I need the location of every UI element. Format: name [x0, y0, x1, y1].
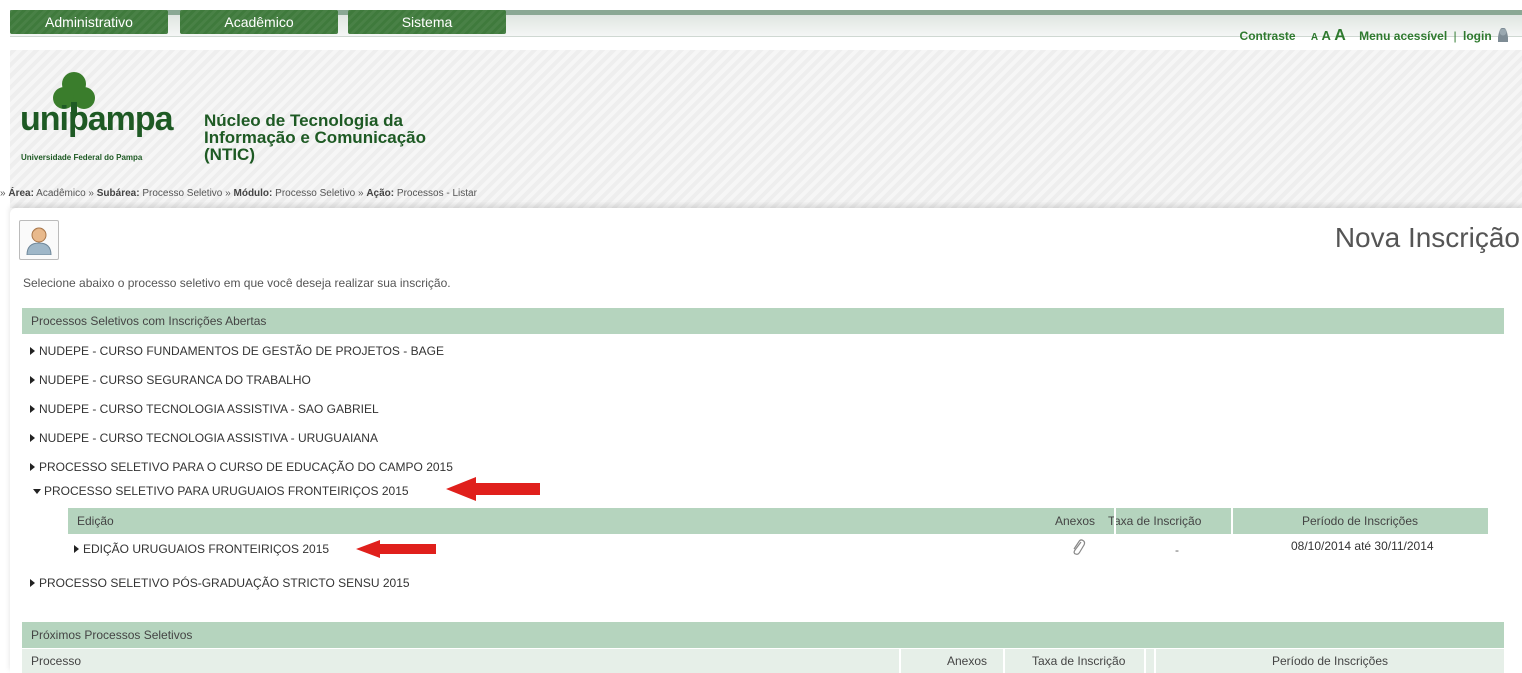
column-divider	[1231, 508, 1233, 534]
expand-arrow-icon	[30, 579, 35, 587]
process-item[interactable]: NUDEPE - CURSO FUNDAMENTOS DE GESTÃO DE …	[30, 344, 444, 358]
font-medium-button[interactable]: A	[1321, 28, 1330, 43]
accessible-menu-link[interactable]: Menu acessível	[1359, 29, 1447, 43]
expand-arrow-icon	[74, 545, 79, 553]
accessibility-bar: Contraste A A A Menu acessível | login	[1240, 27, 1508, 45]
process-item[interactable]: NUDEPE - CURSO SEGURANCA DO TRABALHO	[30, 373, 311, 387]
expand-arrow-icon	[30, 463, 35, 471]
tab-sistema[interactable]: Sistema	[348, 10, 506, 34]
tab-academico[interactable]: Acadêmico	[180, 10, 338, 34]
open-processes-header: Processos Seletivos com Inscrições Abert…	[22, 308, 1504, 334]
logo-wordmark: unipampa	[20, 100, 174, 138]
breadcrumb-area: Acadêmico	[36, 188, 86, 199]
column-divider	[1154, 649, 1156, 673]
process-label: PROCESSO SELETIVO PARA URUGUAIOS FRONTEI…	[44, 484, 409, 498]
user-icon[interactable]	[1498, 28, 1508, 42]
paperclip-attachment-icon[interactable]	[1070, 538, 1086, 556]
breadcrumb-subarea-label: Subárea:	[96, 188, 140, 199]
col-taxa: Taxa de Inscrição	[1032, 654, 1126, 668]
process-label: NUDEPE - CURSO FUNDAMENTOS DE GESTÃO DE …	[39, 344, 444, 358]
col-anexos: Anexos	[1055, 514, 1096, 528]
breadcrumb: » Área: Acadêmico » Subárea: Processo Se…	[0, 188, 477, 199]
breadcrumb-area-label: Área:	[8, 188, 34, 199]
accessibility-separator: |	[1453, 29, 1457, 43]
collapse-arrow-icon	[33, 489, 41, 494]
col-periodo: Período de Inscrições	[1301, 514, 1419, 528]
breadcrumb-subarea: Processo Seletivo	[142, 188, 223, 199]
column-divider	[1003, 649, 1005, 673]
breadcrumb-separator: »	[357, 188, 364, 199]
font-large-button[interactable]: A	[1334, 27, 1346, 44]
process-label: NUDEPE - CURSO TECNOLOGIA ASSISTIVA - SA…	[39, 402, 379, 416]
column-divider	[1114, 508, 1116, 534]
logo-subtitle: Universidade Federal do Pampa	[21, 153, 143, 162]
edition-period: 08/10/2014 até 30/11/2014	[1291, 539, 1434, 553]
instructions-text: Selecione abaixo o processo seletivo em …	[23, 276, 451, 290]
tab-administrativo[interactable]: Administrativo	[10, 10, 168, 34]
process-label: NUDEPE - CURSO TECNOLOGIA ASSISTIVA - UR…	[39, 431, 378, 445]
expand-arrow-icon	[30, 376, 35, 384]
expand-arrow-icon	[30, 347, 35, 355]
col-edicao: Edição	[77, 514, 114, 528]
login-link[interactable]: login	[1463, 29, 1492, 43]
breadcrumb-separator: »	[88, 188, 94, 199]
edition-table-header: Edição Anexos Taxa de Inscrição Período …	[68, 508, 1488, 534]
breadcrumb-module: Processo Seletivo	[275, 188, 356, 199]
user-profile-button[interactable]	[19, 220, 59, 260]
red-arrow-annotation-icon	[356, 540, 436, 558]
col-processo: Processo	[31, 654, 82, 668]
next-processes-header: Próximos Processos Seletivos	[22, 622, 1504, 648]
breadcrumb-separator: »	[225, 188, 231, 199]
column-divider	[899, 649, 901, 673]
process-label: NUDEPE - CURSO SEGURANCA DO TRABALHO	[39, 373, 311, 387]
process-item[interactable]: PROCESSO SELETIVO PARA O CURSO DE EDUCAÇ…	[30, 460, 453, 474]
breadcrumb-action: Processos - Listar	[396, 188, 477, 199]
process-item[interactable]: NUDEPE - CURSO TECNOLOGIA ASSISTIVA - UR…	[30, 431, 378, 445]
process-label: PROCESSO SELETIVO PARA O CURSO DE EDUCAÇ…	[39, 460, 453, 474]
expand-arrow-icon	[30, 434, 35, 442]
page-title: Nova Inscrição	[1334, 222, 1520, 253]
col-anexos: Anexos	[947, 654, 988, 668]
edition-fee: -	[1175, 543, 1179, 557]
expand-arrow-icon	[30, 405, 35, 413]
contrast-link[interactable]: Contraste	[1240, 29, 1296, 43]
ntic-title: Núcleo de Tecnologia da Informação e Com…	[204, 111, 427, 164]
process-item[interactable]: PROCESSO SELETIVO PÓS-GRADUAÇÃO STRICTO …	[30, 576, 410, 590]
font-small-button[interactable]: A	[1311, 32, 1318, 43]
next-processes-table-header: Processo Anexos Taxa de Inscrição Períod…	[22, 649, 1504, 673]
edition-row[interactable]: EDIÇÃO URUGUAIOS FRONTEIRIÇOS 2015	[74, 542, 329, 556]
person-icon	[26, 227, 52, 255]
col-taxa: Taxa de Inscrição	[1108, 514, 1202, 528]
top-navigation: Administrativo Acadêmico Sistema Contras…	[0, 0, 1522, 50]
breadcrumb-module-label: Módulo:	[233, 188, 273, 199]
breadcrumb-separator: »	[0, 188, 6, 199]
col-periodo: Período de Inscrições	[1271, 654, 1389, 668]
breadcrumb-action-label: Ação:	[366, 188, 395, 199]
process-label: PROCESSO SELETIVO PÓS-GRADUAÇÃO STRICTO …	[39, 576, 410, 590]
site-header: unipampa Universidade Federal do Pampa N…	[0, 50, 1522, 208]
column-divider	[1144, 649, 1146, 673]
edition-label: EDIÇÃO URUGUAIOS FRONTEIRIÇOS 2015	[83, 542, 330, 556]
main-content: Nova Inscrição Selecione abaixo o proces…	[10, 208, 1522, 673]
process-item[interactable]: NUDEPE - CURSO TECNOLOGIA ASSISTIVA - SA…	[30, 402, 379, 416]
red-arrow-annotation-icon	[446, 477, 540, 501]
process-item-expanded[interactable]: PROCESSO SELETIVO PARA URUGUAIOS FRONTEI…	[33, 484, 409, 498]
